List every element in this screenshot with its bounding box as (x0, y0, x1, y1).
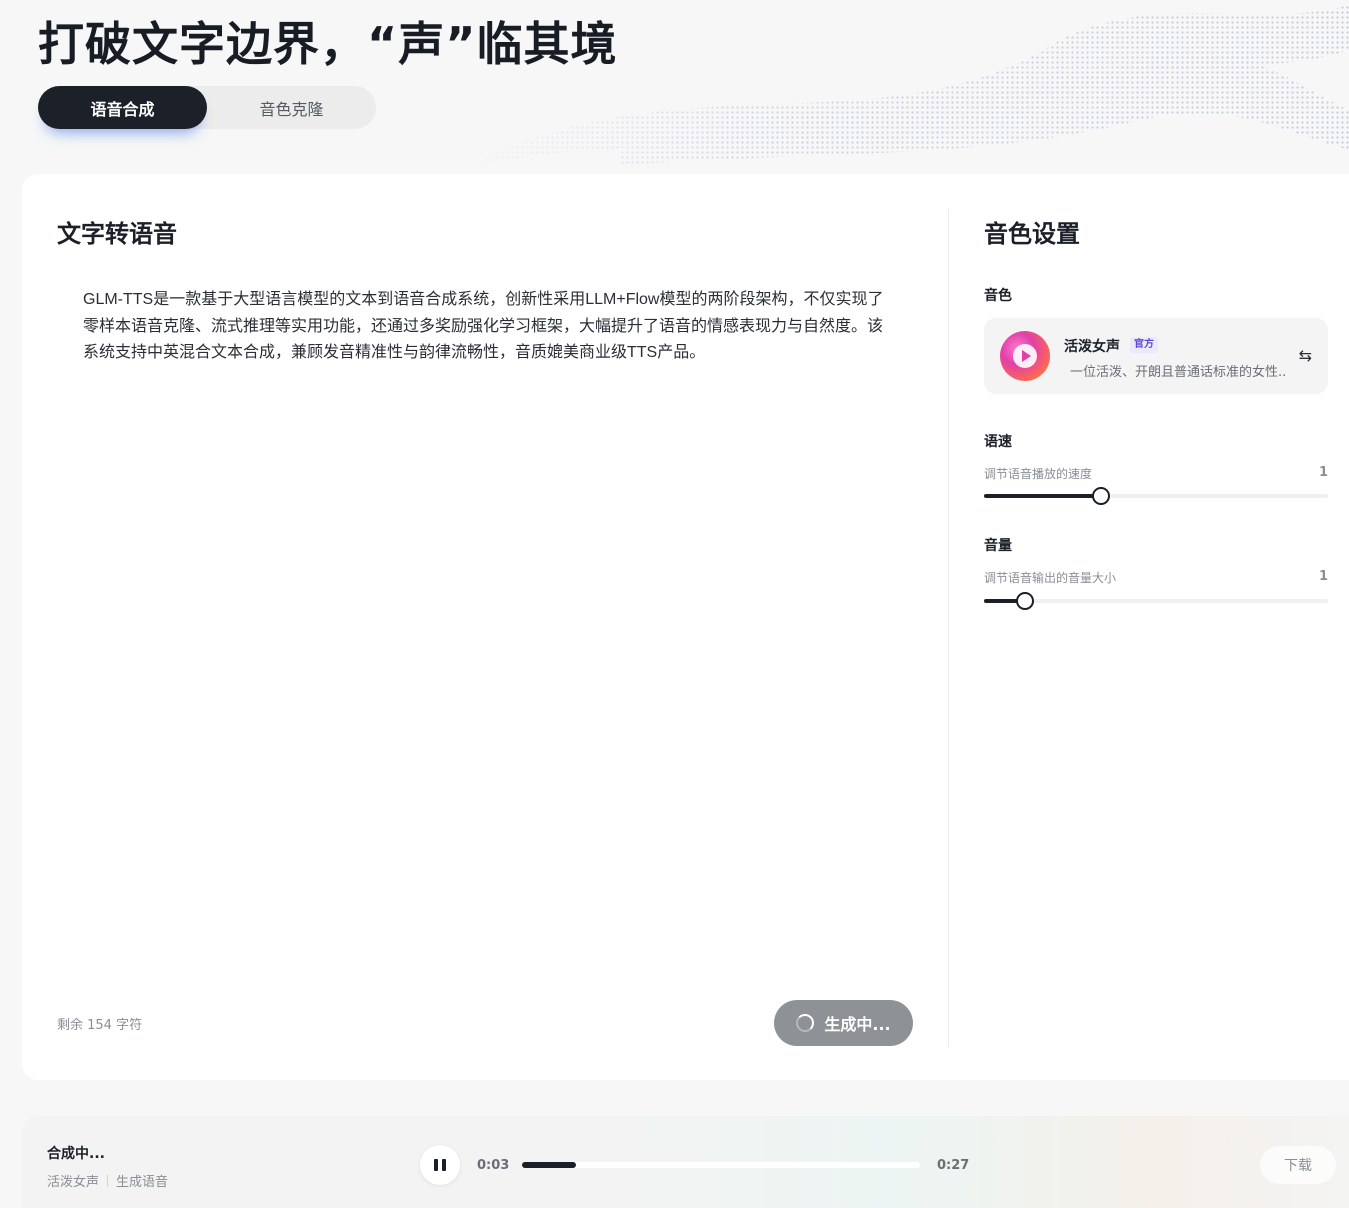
char-count: 剩余 154 字符 (57, 1018, 143, 1033)
generate-button[interactable]: 生成中... (774, 1000, 913, 1046)
audio-player: 合成中... 活泼女声 生成语音 0:03 0:27 下载 (22, 1116, 1349, 1208)
speed-slider-thumb[interactable] (1091, 487, 1110, 505)
main-card: 文字转语音 GLM-TTS是一款基于大型语言模型的文本到语音合成系统，创新性采用… (22, 174, 1349, 1080)
current-time: 0:03 (477, 1158, 510, 1173)
voice-label: 音色 (984, 288, 1012, 304)
tts-section-title: 文字转语音 (57, 220, 177, 248)
speed-slider[interactable] (984, 487, 1328, 505)
mode-tabs: 语音合成 音色克隆 (38, 86, 376, 129)
pause-button[interactable] (420, 1145, 460, 1185)
tab-voice-clone[interactable]: 音色克隆 (207, 86, 376, 129)
download-button[interactable]: 下载 (1260, 1146, 1336, 1184)
player-meta: 活泼女声 生成语音 (47, 1171, 168, 1190)
speed-label: 语速 (984, 434, 1012, 450)
page-title: 打破文字边界，“声”临其境 (38, 17, 618, 71)
speed-hint: 调节语音播放的速度 (984, 467, 1093, 481)
player-action: 生成语音 (116, 1175, 169, 1190)
player-title: 合成中... (47, 1146, 105, 1162)
play-icon (1013, 344, 1037, 368)
speed-slider-fill (984, 494, 1101, 498)
generate-button-label: 生成中... (824, 1015, 891, 1034)
progress-fill (522, 1162, 576, 1168)
meta-divider (107, 1174, 109, 1187)
tab-speech-synthesis[interactable]: 语音合成 (38, 86, 207, 129)
panel-divider (948, 209, 949, 1047)
settings-section-title: 音色设置 (984, 220, 1080, 248)
settings-panel: 音色设置 音色 活泼女声 官方 一位活泼、开朗且普通话标准的女性.. ⇆ 语速 … (984, 174, 1328, 1080)
tts-text-input[interactable]: GLM-TTS是一款基于大型语言模型的文本到语音合成系统，创新性采用LLM+Fl… (83, 287, 898, 367)
voice-description: 一位活泼、开朗且普通话标准的女性.. (1070, 365, 1287, 380)
voice-selector[interactable]: 活泼女声 官方 一位活泼、开朗且普通话标准的女性.. ⇆ (984, 318, 1328, 394)
voice-name: 活泼女声 (1064, 339, 1120, 355)
speed-value: 1 (1318, 465, 1328, 480)
volume-slider-thumb[interactable] (1016, 592, 1035, 610)
volume-value: 1 (1318, 569, 1328, 584)
pause-icon (442, 1159, 446, 1171)
voice-avatar[interactable] (1000, 331, 1050, 381)
pause-icon (434, 1159, 438, 1171)
volume-label: 音量 (984, 538, 1012, 554)
volume-hint: 调节语音输出的音量大小 (984, 571, 1117, 585)
official-badge: 官方 (1130, 337, 1158, 353)
progress-bar[interactable] (522, 1162, 920, 1168)
volume-slider[interactable] (984, 592, 1328, 610)
player-voice: 活泼女声 (47, 1175, 100, 1190)
spinner-icon (796, 1014, 815, 1032)
tts-panel: 文字转语音 GLM-TTS是一款基于大型语言模型的文本到语音合成系统，创新性采用… (22, 174, 948, 1080)
swap-icon[interactable]: ⇆ (1299, 346, 1312, 365)
total-time: 0:27 (937, 1158, 970, 1173)
